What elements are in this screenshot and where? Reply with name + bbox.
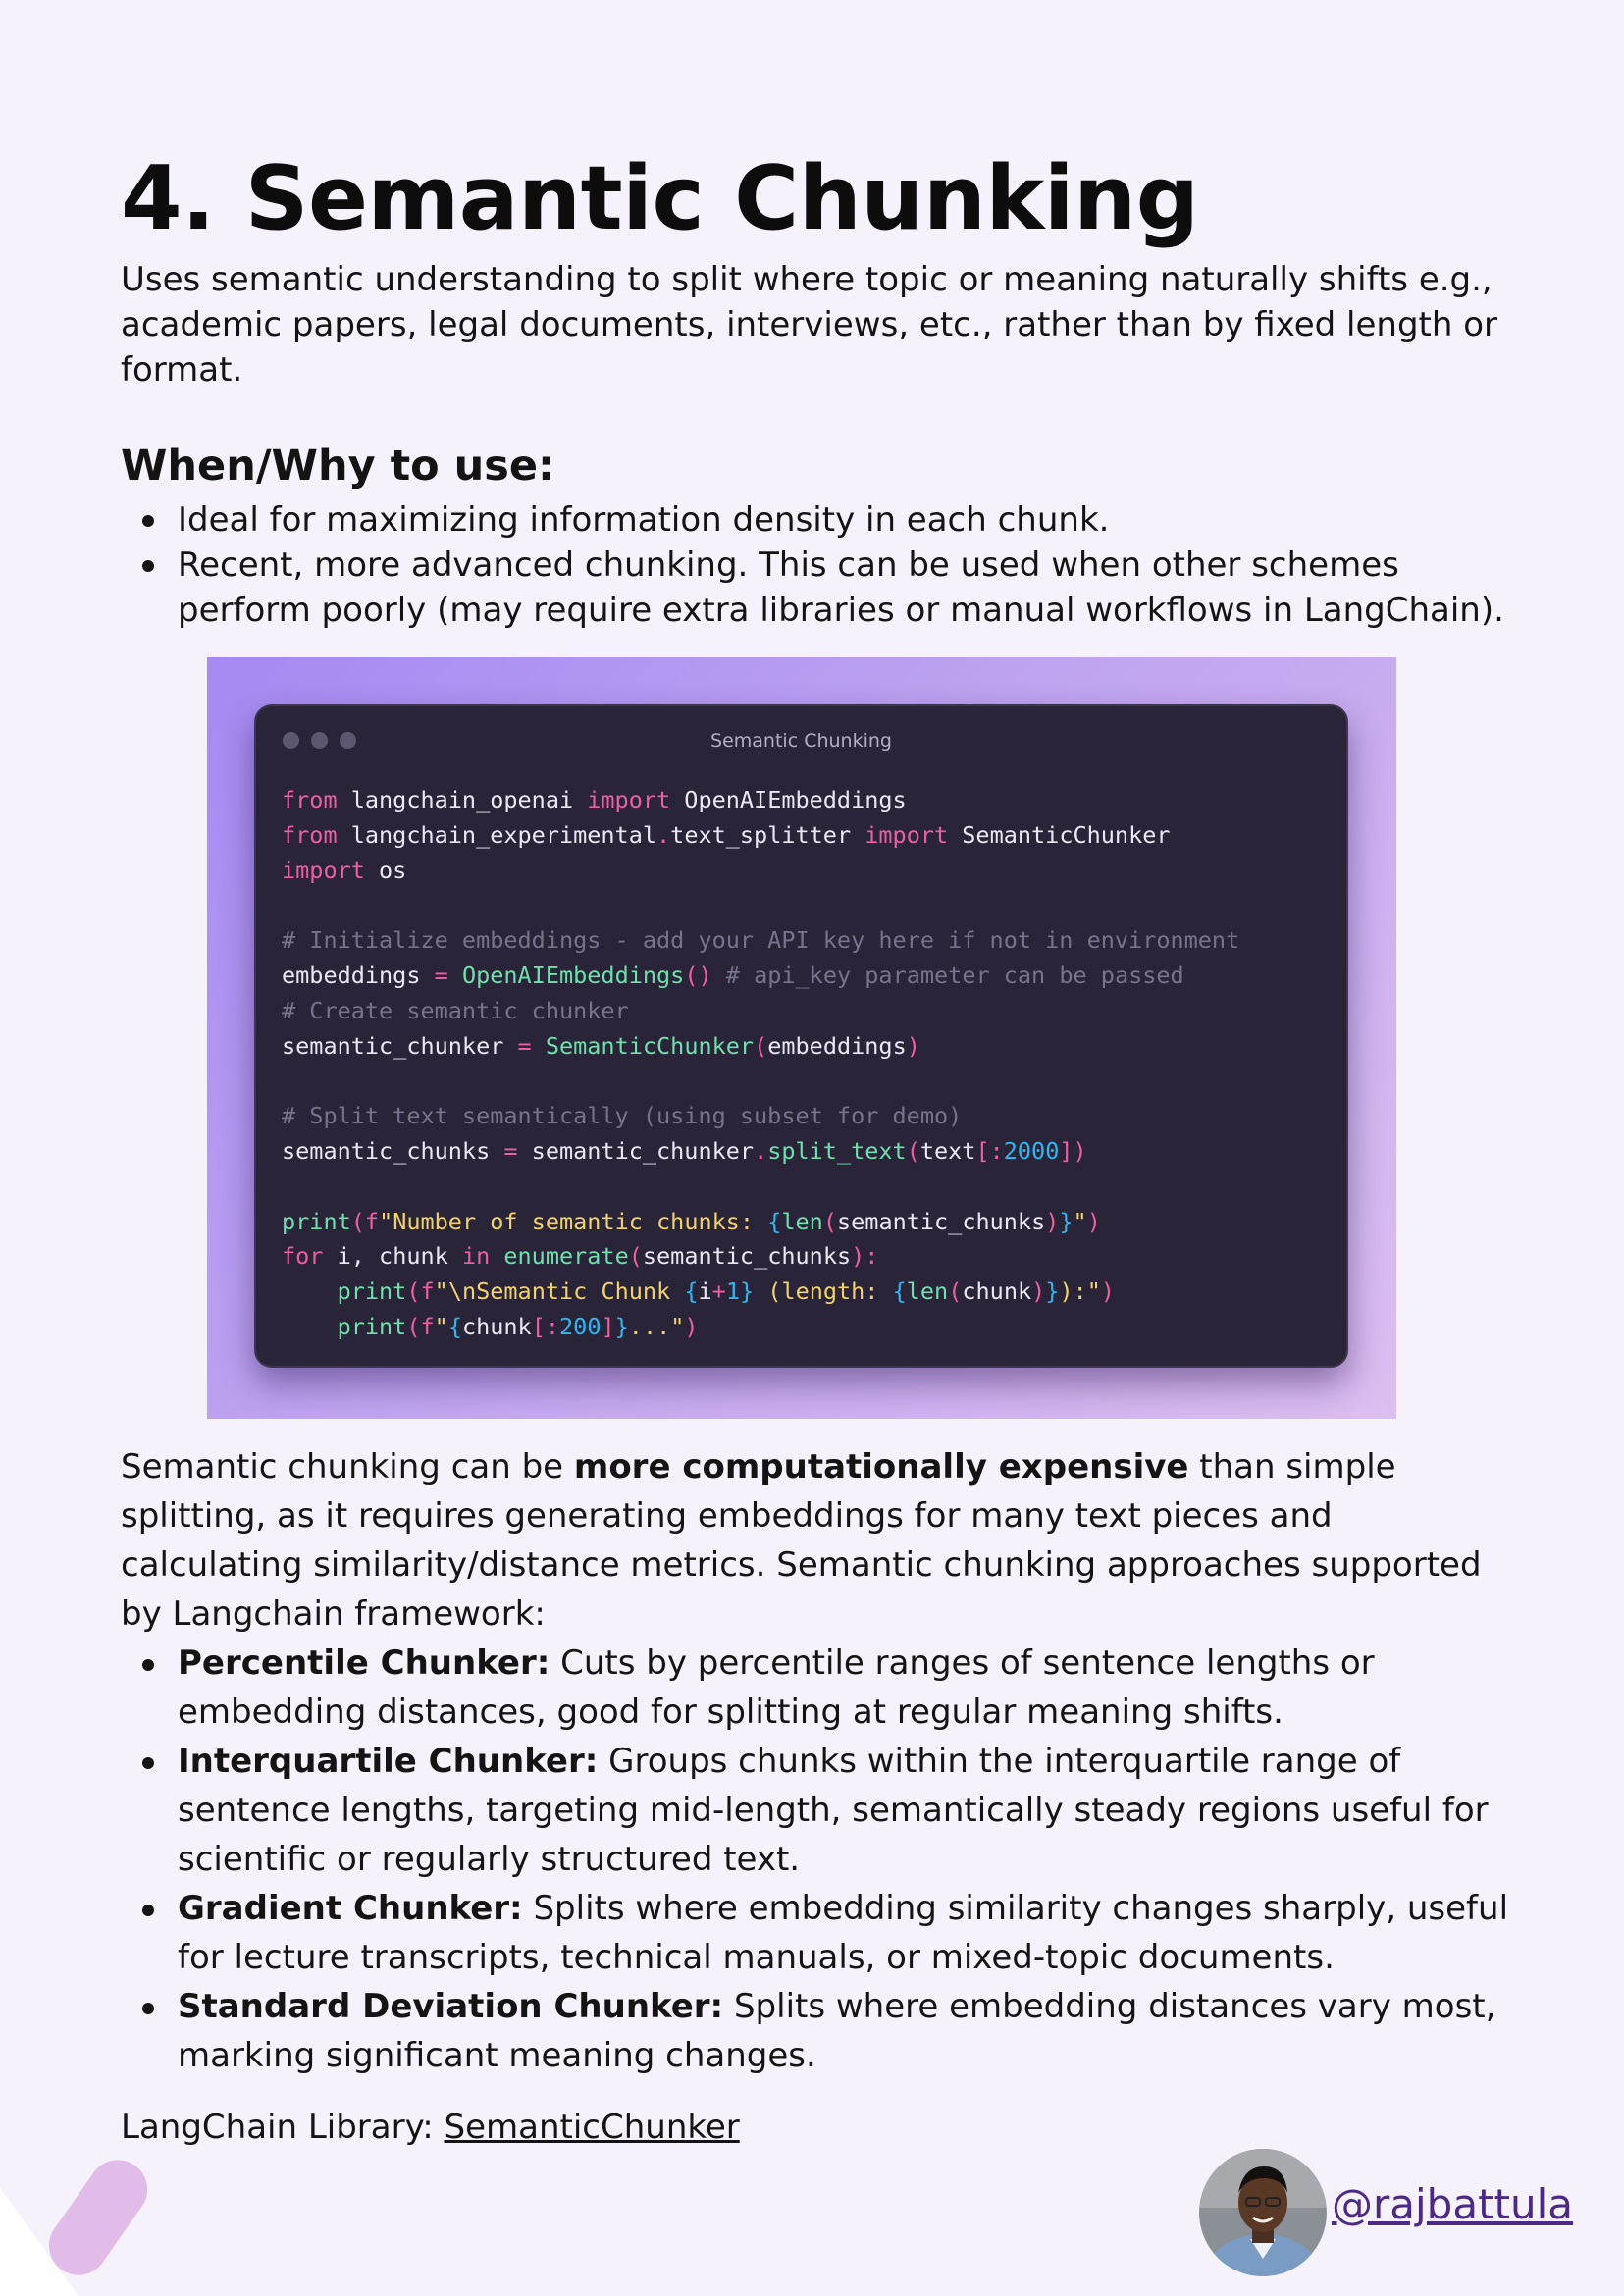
list-item: Recent, more advanced chunking. This can… bbox=[121, 543, 1504, 633]
list-item: Standard Deviation Chunker: Splits where… bbox=[121, 1982, 1514, 2080]
when-why-heading: When/Why to use: bbox=[121, 442, 555, 491]
page-title: 4. Semantic Chunking bbox=[121, 147, 1199, 250]
list-item: Ideal for maximizing information density… bbox=[121, 497, 1504, 543]
code-snippet-background: Semantic Chunking from langchain_openai … bbox=[207, 657, 1396, 1419]
paragraph-text: Semantic chunking can be bbox=[121, 1447, 574, 1487]
when-why-list: Ideal for maximizing information density… bbox=[121, 497, 1504, 633]
library-link[interactable]: SemanticChunker bbox=[445, 2108, 740, 2147]
approach-name: Percentile Chunker: bbox=[178, 1644, 550, 1683]
approach-name: Interquartile Chunker: bbox=[178, 1742, 599, 1781]
code-block: from langchain_openai import OpenAIEmbed… bbox=[282, 786, 1240, 1340]
author-handle[interactable]: @rajbattula bbox=[1332, 2180, 1573, 2228]
avatar-image bbox=[1199, 2149, 1327, 2276]
list-item: Interquartile Chunker: Groups chunks wit… bbox=[121, 1737, 1514, 1884]
intro-text: Uses semantic understanding to split whe… bbox=[121, 260, 1498, 390]
code-window-title: Semantic Chunking bbox=[710, 730, 892, 752]
paragraph-emphasis: more computationally expensive bbox=[573, 1447, 1189, 1487]
approaches-list: Percentile Chunker: Cuts by percentile r… bbox=[121, 1639, 1514, 2080]
avatar bbox=[1199, 2149, 1327, 2276]
approach-name: Standard Deviation Chunker: bbox=[178, 1987, 724, 2026]
code-window: Semantic Chunking from langchain_openai … bbox=[254, 704, 1348, 1368]
list-item: Gradient Chunker: Splits where embedding… bbox=[121, 1884, 1514, 1982]
library-label: LangChain Library: bbox=[121, 2108, 445, 2147]
list-item: Percentile Chunker: Cuts by percentile r… bbox=[121, 1639, 1514, 1737]
body-paragraph: Semantic chunking can be more computatio… bbox=[121, 1442, 1514, 1639]
library-reference: LangChain Library: SemanticChunker bbox=[121, 2108, 740, 2147]
approach-name: Gradient Chunker: bbox=[178, 1889, 523, 1928]
page: 4. Semantic Chunking Uses semantic under… bbox=[0, 0, 1624, 2296]
